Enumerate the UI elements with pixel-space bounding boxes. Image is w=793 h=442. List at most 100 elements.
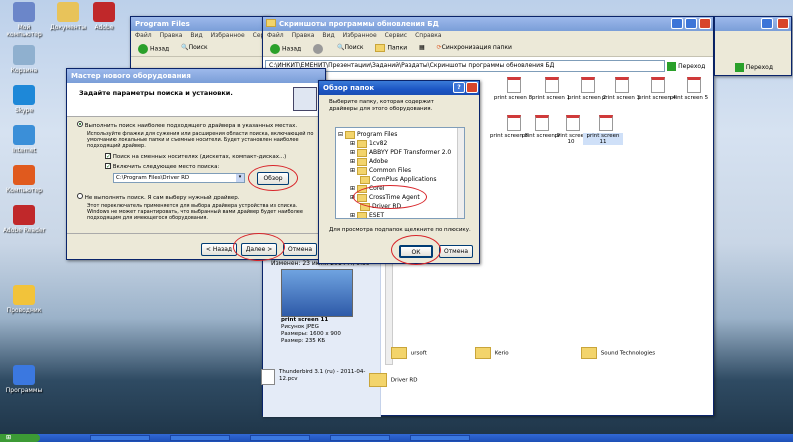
menu-item[interactable]: Правка	[160, 32, 183, 39]
close-button[interactable]	[466, 82, 478, 93]
plus-icon: ⊞	[350, 185, 356, 192]
back-button[interactable]: Назад	[135, 43, 172, 54]
back-button[interactable]: Назад	[267, 43, 304, 54]
tree-scrollbar[interactable]	[457, 128, 464, 218]
desktop-icon[interactable]: Skype	[2, 85, 46, 114]
sync-button[interactable]: ⟳Синхронизация папки	[434, 43, 515, 54]
image-file-icon[interactable]	[507, 77, 521, 93]
option-search[interactable]: Выполнить поиск наиболее подходящего дра…	[77, 121, 317, 130]
go-button[interactable]: Переход	[667, 61, 705, 71]
go-arrow-icon	[667, 61, 677, 71]
desktop-icon[interactable]: Корзина	[2, 45, 46, 74]
back-button[interactable]: < Назад	[201, 243, 237, 256]
cancel-button[interactable]: Отмена	[439, 245, 473, 258]
bottom-folder-item[interactable]: ursoft	[391, 347, 427, 359]
image-file-icon[interactable]	[581, 77, 595, 93]
file-label: print screen 11	[583, 133, 623, 145]
image-file-icon[interactable]	[566, 115, 580, 131]
tree-item[interactable]: ComPlus Applications	[338, 175, 462, 184]
background-window-right: Переход	[714, 16, 792, 76]
menu-item[interactable]: Сервис	[385, 32, 407, 39]
desktop-icon[interactable]: Компьютер	[2, 165, 46, 194]
image-file-icon[interactable]	[545, 77, 559, 93]
desktop-icon[interactable]: Adobe	[82, 2, 126, 31]
file-details: print screen 11 Рисунок JPEG Размеры: 16…	[281, 317, 371, 345]
taskbar-button[interactable]	[250, 435, 310, 441]
image-file-icon[interactable]	[535, 115, 549, 131]
window-title: Program Files	[131, 17, 269, 31]
close-button[interactable]	[777, 18, 789, 29]
desktop-icon[interactable]: Программы	[2, 365, 46, 394]
program-files-window: Program Files ФайлПравкаВидИзбранноеСерв…	[130, 16, 275, 76]
taskbar: ⊞	[0, 434, 793, 442]
cancel-button[interactable]: Отмена	[283, 243, 317, 256]
folder-icon	[360, 175, 370, 184]
image-file-icon[interactable]	[651, 77, 665, 93]
start-button[interactable]: ⊞	[0, 434, 40, 442]
menu-item[interactable]: Вид	[322, 32, 334, 39]
driver-rd-folder[interactable]: Driver RD	[369, 373, 417, 387]
checkbox-removable[interactable]: ✓ Поиск на сменных носителях (дискетах, …	[105, 153, 286, 160]
tree-item[interactable]: ⊞ ABBYY PDF Transformer 2.0	[338, 148, 462, 157]
desktop-icon[interactable]: Мой компьютер	[2, 2, 46, 38]
desktop-icon[interactable]: Adobe Reader	[2, 205, 46, 234]
menu-item[interactable]: Избранное	[343, 32, 377, 39]
forward-button[interactable]	[310, 43, 328, 54]
search-button[interactable]: 🔍Поиск	[178, 43, 211, 54]
minimize-button[interactable]	[671, 18, 683, 29]
detail-type: Рисунок JPEG	[281, 324, 319, 330]
minimize-button[interactable]	[761, 18, 773, 29]
browse-prompt: Выберите папку, которая содержит драйвер…	[329, 99, 434, 112]
close-button[interactable]	[699, 18, 711, 29]
tree-item[interactable]: ⊞ ESET	[338, 211, 462, 219]
desktop-icon[interactable]: Проводник	[2, 285, 46, 314]
taskbar-button[interactable]	[410, 435, 470, 441]
folders-button[interactable]: Папки	[372, 43, 410, 54]
taskbar-button[interactable]	[90, 435, 150, 441]
pcv-file-item[interactable]: Thunderbird 3.1 (ru) - 2011-04-12.pcv	[261, 369, 371, 385]
taskbar-button[interactable]	[170, 435, 230, 441]
image-file-icon[interactable]	[615, 77, 629, 93]
tree-item[interactable]: ⊞ Adobe	[338, 157, 462, 166]
menu-item[interactable]: Вид	[190, 32, 202, 39]
menu-item[interactable]: Правка	[292, 32, 315, 39]
address-bar-row: С:\ИНКИТ\ЕМЕНИТ\Презентации\Заданий\Разд…	[265, 60, 711, 73]
toolbar: Назад 🔍Поиск Папки ▦ ⟳Синхронизация папк…	[263, 41, 713, 57]
bottom-folder-item[interactable]: Sound Technologies	[581, 347, 655, 359]
detail-size: Размер: 235 КБ	[281, 338, 326, 344]
image-file-icon[interactable]	[507, 115, 521, 131]
forward-arrow-icon	[313, 44, 324, 54]
views-button[interactable]: ▦	[416, 43, 428, 54]
search-button[interactable]: 🔍Поиск	[334, 43, 367, 54]
folder-icon	[391, 347, 407, 359]
bottom-folder-item[interactable]: Kerio	[475, 347, 509, 359]
wizard-header: Задайте параметры поиска и установки.	[67, 83, 325, 117]
go-arrow-icon	[735, 63, 744, 72]
desktop-icon[interactable]: Internet	[2, 125, 46, 154]
detail-name: print screen 11	[281, 317, 329, 323]
maximize-button[interactable]	[685, 18, 697, 29]
radio-empty-icon	[77, 193, 83, 199]
views-icon: ▦	[419, 44, 425, 51]
go-button[interactable]: Переход	[735, 63, 773, 72]
tree-item[interactable]: ⊟ Program Files	[338, 130, 462, 139]
path-combobox[interactable]: C:\Program Files\Driver RD ▾	[113, 173, 245, 183]
toolbar: Назад 🔍Поиск	[131, 41, 269, 57]
menu-item[interactable]: Файл	[135, 32, 152, 39]
help-button[interactable]: ?	[453, 82, 465, 93]
back-arrow-icon	[138, 44, 148, 54]
taskbar-button[interactable]	[330, 435, 390, 441]
plus-icon: ⊞	[350, 212, 356, 219]
tree-item[interactable]: ⊞ Common Files	[338, 166, 462, 175]
menu-item[interactable]: Файл	[267, 32, 284, 39]
image-file-icon[interactable]	[687, 77, 701, 93]
menu-item[interactable]: Справка	[415, 32, 441, 39]
option-manual[interactable]: Не выполнять поиск. Я сам выберу нужный …	[77, 193, 317, 201]
file-label: print screen 3	[601, 95, 641, 101]
calendar-icon	[261, 369, 275, 385]
menu-item[interactable]: Избранное	[211, 32, 245, 39]
image-file-icon[interactable]	[599, 115, 613, 131]
tree-item[interactable]: ⊞ 1cv82	[338, 139, 462, 148]
checkbox-include-location[interactable]: ✓ Включить следующее место поиска:	[105, 163, 219, 170]
menu-bar: ФайлПравкаВидИзбранноеСервис	[131, 31, 275, 41]
